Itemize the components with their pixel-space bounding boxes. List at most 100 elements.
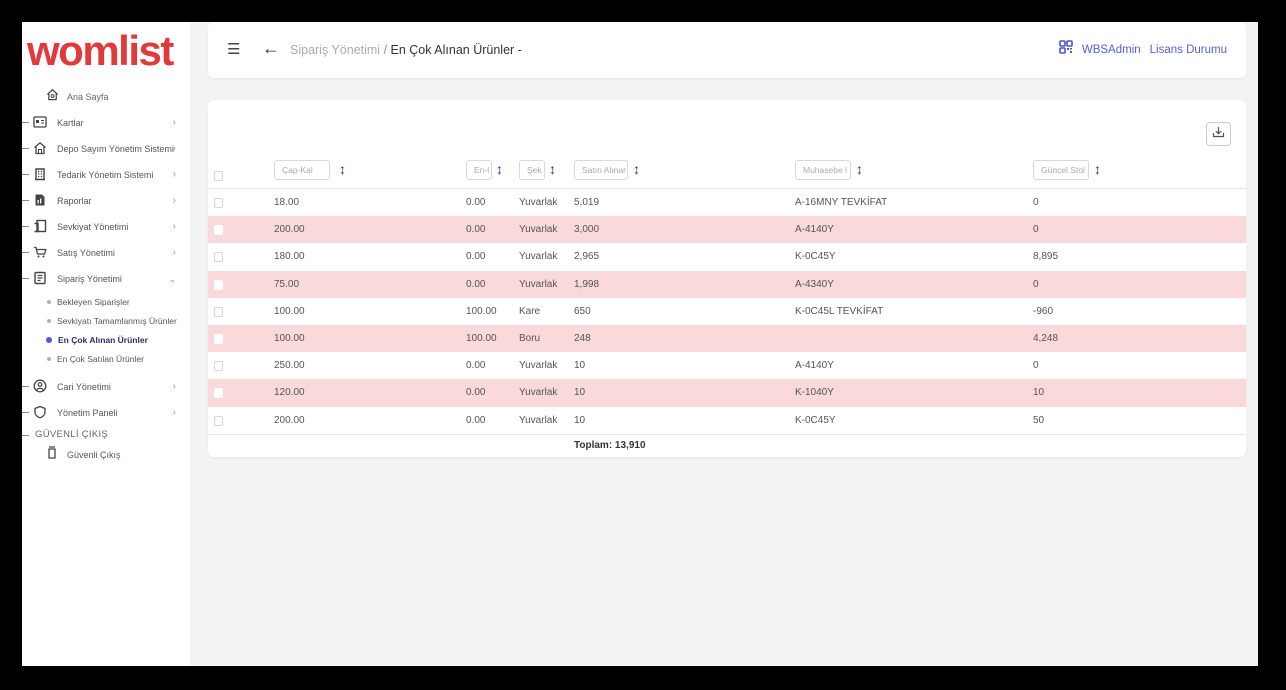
table-row[interactable]: 100.00 100.00 Kare 650 K-0C45L TEVKİFAT … <box>208 298 1246 325</box>
sidebar-item-label: Sipariş Yönetimi <box>57 274 122 284</box>
row-checkbox[interactable] <box>214 279 223 290</box>
cell-guncel-stok: 10 <box>1033 387 1045 399</box>
row-checkbox[interactable] <box>214 252 223 263</box>
table-row[interactable]: 250.00 0.00 Yuvarlak 10 A-4140Y 0 <box>208 352 1246 379</box>
cell-muhasebe: A-4140Y <box>795 360 834 372</box>
cell-sekil: Yuvarlak <box>519 360 558 372</box>
select-all-checkbox[interactable] <box>214 171 223 181</box>
logout-label: Güvenli Çıkış <box>67 450 121 460</box>
sidebar-item-depo-sayim[interactable]: Depo Sayım Yönetim Sistemi › <box>22 136 190 162</box>
cell-sekil: Yuvarlak <box>519 414 558 426</box>
sidebar-subitem-sevkiyati-tamamlanmis[interactable]: Sevkiyatı Tamamlanmış Ürünler <box>46 311 190 330</box>
cell-guncel-stok: 8,895 <box>1033 251 1059 263</box>
row-checkbox[interactable] <box>214 198 223 208</box>
sidebar-subitem-label: Bekleyen Siparişler <box>57 296 130 307</box>
filter-cap-kal-input[interactable]: Çap-Kal <box>274 160 330 180</box>
cell-satin-alinan: 2,965 <box>574 251 600 263</box>
sort-sekil-icon[interactable]: ↕ <box>549 161 556 177</box>
table-row[interactable]: 120.00 0.00 Yuvarlak 10 K-1040Y 10 <box>208 379 1246 407</box>
logout-button[interactable]: Güvenli Çıkış <box>22 444 190 466</box>
sidebar-item-label: Yönetim Paneli <box>57 408 118 418</box>
cell-sekil: Yuvarlak <box>519 197 558 208</box>
row-checkbox[interactable] <box>214 388 223 399</box>
cell-guncel-stok: 0 <box>1033 224 1039 236</box>
row-checkbox[interactable] <box>214 333 223 344</box>
user-menu[interactable]: WBSAdmin <box>1082 44 1141 56</box>
sidebar-subitem-en-cok-satilan[interactable]: En Çok Satılan Ürünler <box>46 349 190 368</box>
sidebar-item-home[interactable]: Ana Sayfa <box>46 88 109 106</box>
filter-satin-alinan-input[interactable]: Satın Alınar <box>574 160 628 180</box>
back-arrow-icon[interactable]: ← <box>262 39 280 57</box>
sort-guncel-stok-icon[interactable]: ↕ <box>1094 161 1101 177</box>
app-logo[interactable]: womlist <box>27 30 174 72</box>
row-checkbox[interactable] <box>214 361 223 372</box>
bullet-icon <box>46 336 52 343</box>
sidebar-item-kartlar[interactable]: Kartlar › <box>22 110 190 136</box>
menu-icon[interactable]: ☰ <box>227 42 240 57</box>
table-row[interactable]: 200.00 0.00 Yuvarlak 3,000 A-4140Y 0 <box>208 216 1246 244</box>
cell-muhasebe: K-1040Y <box>795 387 834 399</box>
cell-satin-alinan: 10 <box>574 360 586 372</box>
sidebar-item-label: Raporlar <box>57 196 92 206</box>
filter-muhasebe-input[interactable]: Muhasebe l <box>795 160 851 180</box>
export-button[interactable] <box>1206 122 1231 146</box>
sidebar-item-siparis[interactable]: Sipariş Yönetimi ⌄ <box>22 266 190 292</box>
table-row[interactable]: 18.00 0.00 Yuvarlak 5,019 A-16MNY TEVKİF… <box>208 189 1246 216</box>
cell-guncel-stok: 0 <box>1033 197 1039 208</box>
sort-cap-kal-icon[interactable]: ↕ <box>339 161 346 177</box>
cell-satin-alinan: 248 <box>574 332 591 344</box>
warehouse-icon <box>33 141 47 155</box>
row-checkbox[interactable] <box>214 225 223 236</box>
cell-cap-kal: 100.00 <box>274 305 305 317</box>
table-row[interactable]: 180.00 0.00 Yuvarlak 2,965 K-0C45Y 8,895 <box>208 243 1246 270</box>
card-icon <box>33 115 47 129</box>
cell-en: 0.00 <box>466 360 486 372</box>
sort-en-icon[interactable]: ↕ <box>496 161 503 177</box>
cell-cap-kal: 200.00 <box>274 224 305 236</box>
sidebar-subitem-bekleyen[interactable]: Bekleyen Siparişler <box>46 292 190 311</box>
cell-muhasebe: A-4340Y <box>795 278 834 290</box>
sidebar-item-cari[interactable]: Cari Yönetimi › <box>22 374 190 400</box>
download-icon <box>1212 125 1225 143</box>
sidebar-item-yonetim-paneli[interactable]: Yönetim Paneli › <box>22 400 190 426</box>
shield-icon <box>33 405 47 419</box>
sort-satin-alinan-icon[interactable]: ↕ <box>633 161 640 177</box>
cell-cap-kal: 200.00 <box>274 414 305 426</box>
cell-satin-alinan: 5,019 <box>574 197 600 208</box>
breadcrumb-parent[interactable]: Sipariş Yönetimi <box>290 43 380 57</box>
table-row[interactable]: 200.00 0.00 Yuvarlak 10 K-0C45Y 50 <box>208 407 1246 434</box>
sidebar-subitem-label: En Çok Alınan Ürünler <box>58 334 148 345</box>
cell-sekil: Boru <box>519 332 541 344</box>
breadcrumb-separator: / <box>380 43 391 57</box>
filter-en-input[interactable]: En-l <box>466 160 492 180</box>
sidebar-item-satis[interactable]: Satış Yönetimi › <box>22 240 190 266</box>
row-checkbox[interactable] <box>214 306 223 317</box>
table-row[interactable]: 75.00 0.00 Yuvarlak 1,998 A-4340Y 0 <box>208 270 1246 298</box>
filter-guncel-stok-input[interactable]: Güncel Stol <box>1033 160 1089 180</box>
sidebar-submenu-siparis: Bekleyen Siparişler Sevkiyatı Tamamlanmı… <box>22 292 190 368</box>
bullet-icon <box>47 299 51 304</box>
table-footer: Toplam: 13,910 <box>208 434 1246 456</box>
qr-code-icon[interactable] <box>1059 40 1073 59</box>
sort-muhasebe-icon[interactable]: ↕ <box>856 161 863 177</box>
building-icon <box>33 167 47 181</box>
filter-sekil-input[interactable]: Şek <box>519 160 545 180</box>
table-row[interactable]: 100.00 100.00 Boru 248 4,248 <box>208 324 1246 353</box>
row-checkbox[interactable] <box>214 415 223 426</box>
cell-guncel-stok: 0 <box>1033 278 1039 290</box>
cell-cap-kal: 120.00 <box>274 387 305 399</box>
sidebar-item-label: Satış Yönetimi <box>57 248 115 258</box>
license-status-link[interactable]: Lisans Durumu <box>1150 44 1227 56</box>
section-label-guvenli-cikis: GÜVENLİ ÇIKIŞ <box>22 426 190 444</box>
sidebar-item-label: Cari Yönetimi <box>57 382 111 392</box>
chevron-right-icon: › <box>172 117 176 128</box>
sidebar-subitem-en-cok-alinan[interactable]: En Çok Alınan Ürünler <box>46 330 190 349</box>
chevron-right-icon: › <box>172 195 176 206</box>
sidebar-item-tedarik[interactable]: Tedarik Yönetim Sistemi › <box>22 162 190 188</box>
chevron-right-icon: › <box>172 169 176 180</box>
sidebar-item-sevkiyat[interactable]: Sevkiyat Yönetimi › <box>22 214 190 240</box>
account-icon <box>33 379 47 393</box>
total-label: Toplam: 13,910 <box>574 440 646 451</box>
sidebar-item-raporlar[interactable]: Raporlar › <box>22 188 190 214</box>
bullet-icon <box>47 318 51 323</box>
